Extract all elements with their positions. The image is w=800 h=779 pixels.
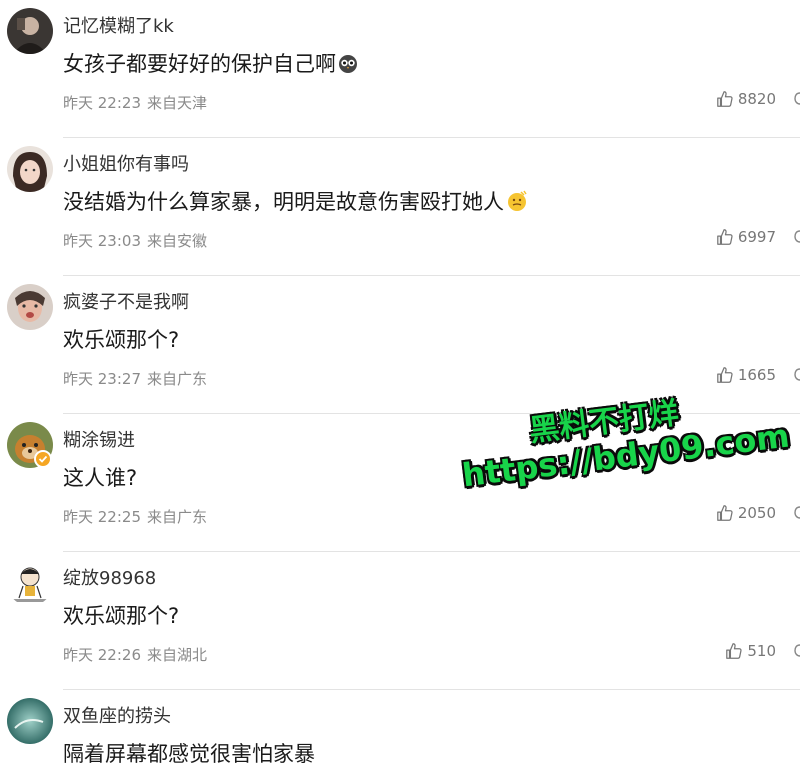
comment-location: 来自湖北 [147, 646, 208, 664]
comment-text: 欢乐颂那个? [63, 324, 179, 354]
comment-text: 欢乐颂那个? [63, 600, 179, 630]
comment-time: 昨天 22:25 [63, 508, 141, 526]
comment-meta: 昨天 22:25 来自广东 [63, 506, 207, 527]
avatar[interactable] [7, 146, 53, 192]
like-button[interactable]: 8820 [716, 90, 776, 108]
username[interactable]: 绽放98968 [63, 564, 156, 590]
comment-meta: 昨天 23:03 来自安徽 [63, 230, 207, 251]
emoji-owl-icon [338, 54, 358, 79]
comment-icon[interactable] [794, 506, 800, 520]
comment-text: 这人谁? [63, 462, 137, 492]
comment-meta: 昨天 23:27 来自广东 [63, 368, 207, 389]
like-count: 8820 [737, 90, 776, 108]
comment-text: 隔着屏幕都感觉很害怕家暴 [63, 738, 315, 768]
comment-text-content: 欢乐颂那个? [63, 604, 180, 628]
comment-location: 来自广东 [147, 508, 208, 526]
comment-item: 记忆模糊了kk 女孩子都要好好的保护自己啊 昨天 22:23 来自天津 8820 [0, 0, 800, 138]
comment-icon[interactable] [794, 368, 800, 382]
username[interactable]: 双鱼座的捞头 [63, 702, 171, 728]
comment-meta: 昨天 22:26 来自湖北 [63, 644, 207, 665]
comment-icon[interactable] [794, 644, 800, 658]
comment-location: 来自广东 [147, 370, 208, 388]
like-count: 510 [747, 642, 776, 660]
thumbs-up-icon [716, 505, 733, 521]
comment-time: 昨天 22:26 [63, 646, 141, 664]
comment-item: 绽放98968 欢乐颂那个? 昨天 22:26 来自湖北 510 [0, 552, 800, 690]
thumbs-up-icon [726, 643, 742, 659]
comment-time: 昨天 22:23 [63, 94, 141, 112]
comment-item: 双鱼座的捞头 隔着屏幕都感觉很害怕家暴 [0, 690, 800, 779]
comment-text-content: 女孩子都要好好的保护自己啊 [63, 52, 336, 76]
comment-text-content: 欢乐颂那个? [63, 328, 180, 352]
thumbs-up-icon [716, 229, 733, 245]
comment-icon[interactable] [794, 230, 800, 244]
avatar[interactable] [7, 8, 53, 54]
avatar[interactable] [7, 698, 53, 744]
comment-text-content: 隔着屏幕都感觉很害怕家暴 [63, 742, 315, 766]
comment-location: 来自天津 [147, 94, 208, 112]
username[interactable]: 糊涂锡进 [63, 426, 135, 452]
emoji-thinking-icon [506, 190, 528, 217]
username[interactable]: 小姐姐你有事吗 [63, 150, 189, 176]
comment-icon[interactable] [794, 92, 800, 106]
username[interactable]: 记忆模糊了kk [63, 12, 174, 38]
username[interactable]: 疯婆子不是我啊 [63, 288, 189, 314]
comment-text: 没结婚为什么算家暴，明明是故意伤害殴打她人 [63, 186, 528, 217]
comment-text-content: 这人谁? [63, 466, 138, 490]
verified-badge-icon [34, 450, 52, 468]
comment-time: 昨天 23:27 [63, 370, 141, 388]
avatar[interactable] [7, 560, 53, 606]
comment-text: 女孩子都要好好的保护自己啊 [63, 48, 358, 79]
like-button[interactable]: 6997 [716, 228, 776, 246]
like-button[interactable]: 2050 [716, 504, 776, 522]
avatar[interactable] [7, 284, 53, 330]
like-count: 6997 [737, 228, 776, 246]
thumbs-up-icon [716, 91, 733, 107]
like-button[interactable]: 510 [725, 642, 776, 660]
comment-text-content: 没结婚为什么算家暴，明明是故意伤害殴打她人 [63, 190, 504, 214]
comment-meta: 昨天 22:23 来自天津 [63, 92, 207, 113]
comment-time: 昨天 23:03 [63, 232, 141, 250]
comment-item: 小姐姐你有事吗 没结婚为什么算家暴，明明是故意伤害殴打她人 昨天 23:03 来自… [0, 138, 800, 276]
like-count: 2050 [737, 504, 776, 522]
comment-location: 来自安徽 [147, 232, 208, 250]
